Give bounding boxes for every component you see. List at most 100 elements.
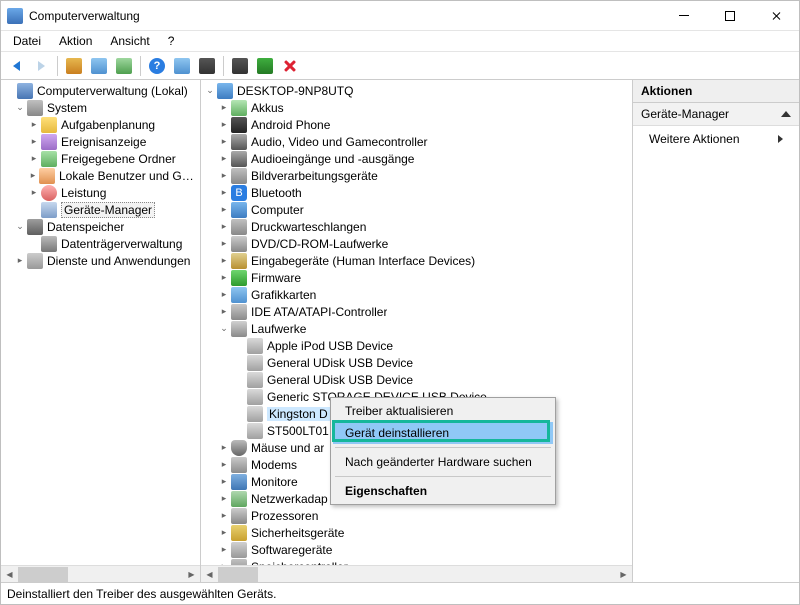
minimize-button[interactable] [661, 1, 707, 31]
scroll-thumb[interactable] [218, 567, 258, 582]
mouse-icon [231, 440, 247, 456]
device-root[interactable]: ⌄ DESKTOP-9NP8UTQ [203, 82, 632, 99]
tools-icon [27, 100, 43, 116]
scroll-left-button[interactable]: ◀ [201, 566, 218, 583]
expand-toggle[interactable]: ⌄ [13, 102, 27, 113]
ctx-separator [335, 476, 551, 477]
drive-udisk-1[interactable]: ▸General UDisk USB Device [203, 354, 632, 371]
actions-category[interactable]: Geräte-Manager [633, 103, 799, 126]
services-icon [27, 253, 43, 269]
arrow-right-icon [38, 61, 45, 71]
close-button[interactable] [753, 1, 799, 31]
drive-udisk-2[interactable]: ▸General UDisk USB Device [203, 371, 632, 388]
cat-processors[interactable]: ▸Prozessoren [203, 507, 632, 524]
hid-icon [231, 253, 247, 269]
hdd-icon [247, 338, 263, 354]
left-h-scrollbar[interactable]: ◀ ▶ [1, 565, 200, 582]
app-window: Computerverwaltung Datei Aktion Ansicht … [0, 0, 800, 605]
tree-shared-folders[interactable]: ▸ Freigegebene Ordner [3, 150, 200, 167]
ctx-uninstall-device[interactable]: Gerät deinstallieren [333, 422, 553, 444]
menubar: Datei Aktion Ansicht ? [1, 31, 799, 52]
ctx-update-driver[interactable]: Treiber aktualisieren [333, 400, 553, 422]
cat-graphics[interactable]: ▸Grafikkarten [203, 286, 632, 303]
tree-device-manager[interactable]: ▸ Geräte-Manager [3, 201, 200, 218]
window-title: Computerverwaltung [29, 9, 661, 23]
menu-view[interactable]: Ansicht [102, 32, 157, 50]
tree-disk-mgmt[interactable]: ▸ Datenträgerverwaltung [3, 235, 200, 252]
cat-batteries[interactable]: ▸Akkus [203, 99, 632, 116]
tree-local-users[interactable]: ▸ Lokale Benutzer und Gruppen [3, 167, 200, 184]
toolbar-btn-3[interactable] [113, 55, 135, 77]
toolbar-btn-2[interactable] [88, 55, 110, 77]
ctx-properties[interactable]: Eigenschaften [333, 480, 553, 502]
app-icon [7, 8, 23, 24]
cat-bluetooth[interactable]: ▸BBluetooth [203, 184, 632, 201]
tree-services[interactable]: ▸ Dienste und Anwendungen [3, 252, 200, 269]
cat-memctl[interactable]: ▸Speichercontroller [203, 558, 632, 565]
tree-performance[interactable]: ▸ Leistung [3, 184, 200, 201]
cat-imaging[interactable]: ▸Bildverarbeitungsgeräte [203, 167, 632, 184]
cat-ide[interactable]: ▸IDE ATA/ATAPI-Controller [203, 303, 632, 320]
cat-print-queues[interactable]: ▸Druckwarteschlangen [203, 218, 632, 235]
tree-event-viewer[interactable]: ▸ Ereignisanzeige [3, 133, 200, 150]
dvd-icon [231, 236, 247, 252]
cat-hid[interactable]: ▸Eingabegeräte (Human Interface Devices) [203, 252, 632, 269]
tree-task-scheduler[interactable]: ▸ Aufgabenplanung [3, 116, 200, 133]
menu-action[interactable]: Aktion [51, 32, 100, 50]
scroll-thumb[interactable] [18, 567, 68, 582]
cat-dvd[interactable]: ▸DVD/CD-ROM-Laufwerke [203, 235, 632, 252]
cat-drives[interactable]: ⌄Laufwerke [203, 320, 632, 337]
firmware-icon [231, 270, 247, 286]
toolbar-uninstall-button[interactable] [279, 55, 301, 77]
cat-android-phone[interactable]: ▸Android Phone [203, 116, 632, 133]
console-tree-pane: ▸ Computerverwaltung (Lokal) ⌄ System ▸ … [1, 80, 201, 582]
nav-forward-button[interactable] [30, 55, 52, 77]
scroll-left-button[interactable]: ◀ [1, 566, 18, 583]
cat-firmware[interactable]: ▸Firmware [203, 269, 632, 286]
tree-root[interactable]: ▸ Computerverwaltung (Lokal) [3, 82, 200, 99]
toolbar-btn-6[interactable] [196, 55, 218, 77]
task-icon [41, 117, 57, 133]
cat-av-game[interactable]: ▸Audio, Video und Gamecontroller [203, 133, 632, 150]
network-icon [231, 491, 247, 507]
nav-back-button[interactable] [5, 55, 27, 77]
scroll-right-button[interactable]: ▶ [183, 566, 200, 583]
toolbar-btn-1[interactable] [63, 55, 85, 77]
cat-software[interactable]: ▸Softwaregeräte [203, 541, 632, 558]
toolbar-help-button[interactable]: ? [146, 55, 168, 77]
cpu-icon [231, 508, 247, 524]
cat-audio-io[interactable]: ▸Audioeingänge und -ausgänge [203, 150, 632, 167]
body-split: ▸ Computerverwaltung (Lokal) ⌄ System ▸ … [1, 80, 799, 582]
disk-icon [41, 236, 57, 252]
ctx-scan-hardware[interactable]: Nach geänderter Hardware suchen [333, 451, 553, 473]
bluetooth-icon: B [231, 185, 247, 201]
tree-root-label: Computerverwaltung (Lokal) [37, 84, 188, 98]
close-icon [771, 11, 781, 21]
drive-apple-ipod[interactable]: ▸Apple iPod USB Device [203, 337, 632, 354]
toolbar-enable-button[interactable] [254, 55, 276, 77]
arrow-left-icon [13, 61, 20, 71]
monitor-icon [231, 474, 247, 490]
gpu-icon [231, 287, 247, 303]
menu-help[interactable]: ? [160, 32, 183, 50]
desktop-icon [217, 83, 233, 99]
scroll-right-button[interactable]: ▶ [615, 566, 632, 583]
mid-h-scrollbar[interactable]: ◀ ▶ [201, 565, 632, 582]
actions-header: Aktionen [633, 80, 799, 103]
actions-more[interactable]: Weitere Aktionen [633, 126, 799, 152]
device-tree-pane: ⌄ DESKTOP-9NP8UTQ ▸Akkus ▸Android Phone … [201, 80, 633, 582]
computer-icon [17, 83, 33, 99]
cat-security[interactable]: ▸Sicherheitsgeräte [203, 524, 632, 541]
help-icon: ? [149, 58, 165, 74]
maximize-button[interactable] [707, 1, 753, 31]
hdd-icon [247, 372, 263, 388]
hdd-icon [247, 389, 263, 405]
toolbar-btn-5[interactable] [171, 55, 193, 77]
menu-file[interactable]: Datei [5, 32, 49, 50]
submenu-arrow-icon [778, 135, 783, 143]
tree-system[interactable]: ⌄ System [3, 99, 200, 116]
cat-computer[interactable]: ▸Computer [203, 201, 632, 218]
context-menu: Treiber aktualisieren Gerät deinstallier… [330, 397, 556, 505]
toolbar-btn-7[interactable] [229, 55, 251, 77]
tree-storage[interactable]: ⌄ Datenspeicher [3, 218, 200, 235]
